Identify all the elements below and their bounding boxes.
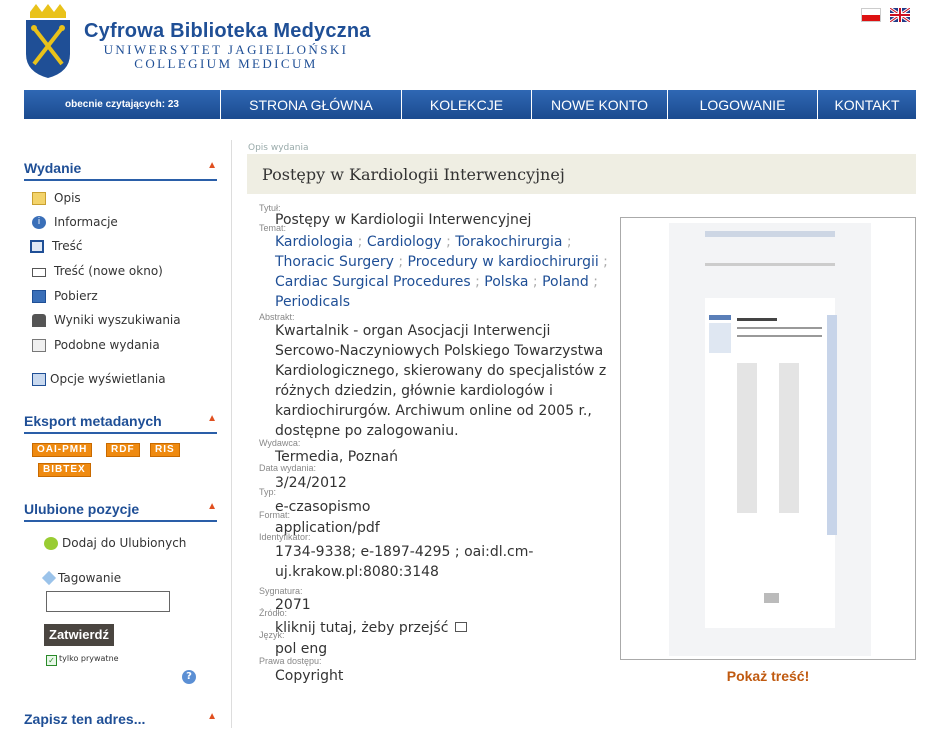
add-favorite-icon (44, 536, 58, 550)
value-publisher: Termedia, Poznań (275, 449, 398, 465)
nav-login[interactable]: LOGOWANIE (667, 90, 817, 119)
sidebar-item-label: Treść (nowe okno) (54, 264, 163, 278)
submit-tag-button[interactable]: Zatwierdź (44, 624, 114, 646)
subject-link[interactable]: Thoracic Surgery (275, 254, 394, 270)
save-address-heading: Zapisz ten adres... (24, 711, 146, 727)
sidebar-item-content-new-window[interactable]: Treść (nowe okno) (32, 264, 163, 278)
export-oai-pmh-button[interactable]: OAI-PMH (32, 443, 93, 457)
sidebar-item-content[interactable]: Treść (30, 239, 82, 253)
main-nav: obecnie czytających: 23 STRONA GŁÓWNA KO… (24, 90, 916, 119)
new-window-icon (32, 268, 46, 277)
private-label: tylko prywatne (59, 654, 119, 663)
value-rights: Copyright (275, 668, 344, 684)
sidebar-section-edition: Wydanie ▲ (24, 160, 217, 181)
sidebar-item-label: Informacje (54, 215, 118, 229)
value-date: 3/24/2012 (275, 475, 347, 491)
export-bibtex-button[interactable]: BIBTEX (38, 463, 91, 477)
sidebar-item-display-options[interactable]: Opcje wyświetlania (32, 372, 166, 386)
private-checkbox[interactable]: ✓ (46, 655, 57, 666)
source-link[interactable]: kliknij tutaj, żeby przejść (275, 620, 448, 636)
english-flag-icon[interactable] (890, 8, 910, 22)
add-favorites-label: Dodaj do Ulubionych (62, 536, 187, 550)
subject-link[interactable]: Poland (542, 274, 589, 290)
subject-link[interactable]: Procedury w kardiochirurgii (408, 254, 599, 270)
collapse-arrow-icon[interactable]: ▲ (207, 160, 217, 171)
label-identifier: Identyfikator: (259, 532, 311, 542)
documents-icon (32, 338, 46, 352)
info-icon: i (32, 215, 46, 229)
page-title: Postępy w Kardiologii Interwencyjnej (247, 154, 916, 194)
sidebar-item-label: Wyniki wyszukiwania (54, 313, 181, 327)
sidebar-section-save-address: Zapisz ten adres... ▲ (24, 711, 217, 730)
export-ris-button[interactable]: RIS (150, 443, 180, 457)
nav-collections[interactable]: KOLEKCJE (401, 90, 531, 119)
display-options-icon (32, 372, 46, 386)
collapse-arrow-icon[interactable]: ▲ (207, 413, 217, 424)
sidebar-section-export: Eksport metadanych ▲ (24, 413, 217, 434)
collapse-arrow-icon[interactable]: ▲ (207, 501, 217, 512)
label-source: Źródło: (259, 608, 288, 618)
nav-contact[interactable]: KONTAKT (817, 90, 916, 119)
brand-title: Cyfrowa Biblioteka Medyczna (84, 20, 371, 42)
nav-home[interactable]: STRONA GŁÓWNA (220, 90, 401, 119)
tag-icon (41, 570, 57, 586)
value-signature: 2071 (275, 597, 311, 613)
edition-heading: Wydanie (24, 160, 82, 176)
readers-count: obecnie czytających: 23 (65, 99, 179, 110)
export-rdf-button[interactable]: RDF (106, 443, 140, 457)
brand-subtitle-college: COLLEGIUM MEDICUM (134, 56, 318, 71)
sidebar-item-description[interactable]: Opis (32, 191, 81, 205)
external-window-icon (454, 622, 467, 632)
subject-link[interactable]: Polska (484, 274, 528, 290)
subject-link[interactable]: Cardiac Surgical Procedures (275, 274, 471, 290)
sidebar-item-label: Opcje wyświetlania (50, 372, 166, 386)
value-identifier: 1734-9338; e-1897-4295 ; oai:dl.cm-uj.kr… (275, 544, 534, 580)
sidebar-item-label: Opis (54, 191, 81, 205)
description-icon (32, 191, 46, 205)
tag-input[interactable] (46, 591, 170, 612)
value-subjects: Kardiologia ; Cardiology ; Torakochirurg… (275, 234, 608, 310)
value-abstract: Kwartalnik - organ Asocjacji Interwencji… (275, 323, 607, 439)
show-content-link[interactable]: Pokaż treść! (620, 668, 916, 684)
value-title: Postępy w Kardiologii Interwencyjnej (275, 212, 532, 228)
nav-new-account[interactable]: NOWE KONTO (531, 90, 667, 119)
favorites-heading: Ulubione pozycje (24, 501, 140, 517)
book-icon (30, 239, 44, 253)
sidebar-item-similar[interactable]: Podobne wydania (32, 338, 160, 352)
sidebar-section-favorites: Ulubione pozycje ▲ (24, 501, 217, 522)
polish-flag-icon[interactable] (861, 8, 881, 22)
tagging-label-row: Tagowanie (41, 570, 122, 586)
content-preview-thumbnail[interactable] (620, 217, 916, 660)
subject-link[interactable]: Kardiologia (275, 234, 353, 250)
sidebar-item-label: Podobne wydania (54, 338, 160, 352)
subject-link[interactable]: Torakochirurgia (455, 234, 562, 250)
collapse-arrow-icon[interactable]: ▲ (207, 711, 217, 722)
sidebar-item-information[interactable]: i Informacje (32, 215, 118, 229)
add-to-favorites[interactable]: Dodaj do Ulubionych (44, 536, 186, 550)
breadcrumb: Opis wydania (248, 143, 309, 153)
preview-page-sketch (669, 223, 871, 656)
preview-page-image (669, 223, 871, 656)
subject-link[interactable]: Cardiology (367, 234, 442, 250)
sidebar-item-search-results[interactable]: Wyniki wyszukiwania (32, 313, 181, 327)
sidebar-item-label: Pobierz (54, 289, 98, 303)
label-date: Data wydania: (259, 463, 317, 473)
subject-link[interactable]: Periodicals (275, 294, 350, 310)
label-rights: Prawa dostępu: (259, 656, 322, 666)
label-type: Typ: (259, 487, 277, 497)
sidebar-item-label: Treść (52, 239, 83, 253)
export-heading: Eksport metadanych (24, 413, 162, 429)
page-title-text: Postępy w Kardiologii Interwencyjnej (262, 164, 565, 184)
value-source[interactable]: kliknij tutaj, żeby przejść (275, 618, 617, 638)
help-icon[interactable]: ? (182, 670, 196, 684)
value-type: e-czasopismo (275, 499, 371, 515)
binoculars-icon (32, 313, 46, 327)
tagging-label: Tagowanie (58, 571, 122, 585)
value-format: application/pdf (275, 520, 380, 536)
value-language: pol eng (275, 641, 328, 657)
sidebar-item-download[interactable]: Pobierz (32, 289, 98, 303)
university-crest-icon[interactable] (24, 4, 72, 78)
save-disk-icon (32, 289, 46, 303)
sidebar-divider (231, 140, 232, 728)
